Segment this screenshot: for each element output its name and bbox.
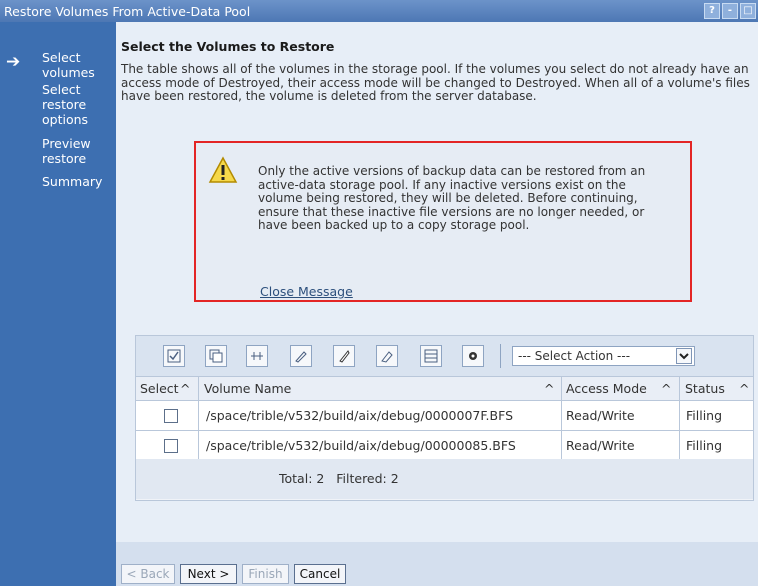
warning-icon (208, 156, 238, 183)
column-header-status[interactable]: Status (685, 381, 725, 396)
warning-message: Only the active versions of backup data … (194, 141, 692, 302)
next-button[interactable]: Next > (180, 564, 237, 584)
row-checkbox[interactable] (164, 409, 178, 423)
sort-status-icon[interactable]: ^ (739, 381, 749, 396)
table-settings-button[interactable] (420, 345, 442, 367)
deselect-all-icon (209, 349, 223, 363)
cancel-button[interactable]: Cancel (294, 564, 346, 584)
clear-filter-button[interactable] (376, 345, 398, 367)
window-title: Restore Volumes From Active-Data Pool (4, 4, 251, 19)
edit-sort-icon (295, 351, 307, 363)
sort-volume-icon[interactable]: ^ (544, 381, 554, 396)
select-action-dropdown[interactable]: --- Select Action --- (512, 346, 695, 366)
table-header: Select ^ Volume Name ^ Access Mode ^ Sta… (136, 377, 753, 401)
help-button[interactable]: ? (704, 3, 720, 19)
configure-button[interactable] (462, 345, 484, 367)
pencil-icon (339, 350, 350, 363)
deselect-all-button[interactable] (205, 345, 227, 367)
toolbar-separator (500, 344, 501, 368)
chevron-down-icon (679, 353, 689, 360)
volumes-table: --- Select Action --- Select ^ Volume Na… (135, 335, 754, 501)
eraser-icon (381, 351, 393, 363)
column-header-volume-name[interactable]: Volume Name (204, 381, 291, 396)
gear-icon (469, 352, 477, 360)
page-description: The table shows all of the volumes in th… (121, 62, 750, 103)
expand-icon (251, 352, 263, 360)
main-content: Select the Volumes to Restore The table … (116, 22, 758, 586)
select-all-button[interactable] (163, 345, 185, 367)
dropdown-button[interactable] (676, 348, 692, 364)
row-checkbox[interactable] (164, 439, 178, 453)
page-heading: Select the Volumes to Restore (121, 39, 335, 54)
filter-button[interactable] (333, 345, 355, 367)
expand-collapse-button[interactable] (246, 345, 268, 367)
sort-select-icon[interactable]: ^ (180, 381, 190, 396)
edit-sort-button[interactable] (290, 345, 312, 367)
nav-item-summary[interactable]: Summary (42, 174, 112, 189)
status-cell: Filling (686, 408, 723, 423)
current-step-arrow-icon: ➔ (6, 52, 21, 72)
table-row[interactable]: /space/trible/v532/build/aix/debug/00000… (136, 401, 753, 431)
status-cell: Filling (686, 438, 723, 453)
sort-access-icon[interactable]: ^ (661, 381, 671, 396)
table-footer: Total: 2 Filtered: 2 (136, 459, 753, 499)
maximize-button[interactable]: □ (740, 3, 756, 19)
column-header-access-mode[interactable]: Access Mode (566, 381, 647, 396)
nav-item-select-volumes[interactable]: Select volumes (42, 50, 112, 80)
minimize-button[interactable]: - (722, 3, 738, 19)
column-header-select[interactable]: Select (140, 381, 179, 396)
column-divider (679, 377, 680, 459)
wizard-nav: ➔ Select volumes Select restore options … (0, 22, 116, 586)
table-toolbar: --- Select Action --- (136, 336, 753, 377)
table-totals: Total: 2 Filtered: 2 (279, 471, 399, 486)
table-row[interactable]: /space/trible/v532/build/aix/debug/00000… (136, 431, 753, 461)
finish-button[interactable]: Finish (242, 564, 289, 584)
column-divider (561, 377, 562, 459)
warning-text: Only the active versions of backup data … (258, 164, 646, 232)
table-icon (424, 349, 438, 363)
window-titlebar: Restore Volumes From Active-Data Pool ? … (0, 0, 758, 22)
nav-item-select-restore-options[interactable]: Select restore options (42, 82, 112, 127)
select-action-label: --- Select Action --- (518, 349, 631, 363)
volume-name-cell: /space/trible/v532/build/aix/debug/00000… (206, 438, 516, 453)
wizard-button-bar: < Back Next > Finish Cancel (116, 542, 758, 586)
access-mode-cell: Read/Write (566, 438, 635, 453)
back-button[interactable]: < Back (121, 564, 175, 584)
volume-name-cell: /space/trible/v532/build/aix/debug/00000… (206, 408, 514, 423)
nav-item-preview-restore[interactable]: Preview restore (42, 136, 112, 166)
close-message-link[interactable]: Close Message (260, 284, 353, 299)
select-all-icon (167, 349, 181, 363)
access-mode-cell: Read/Write (566, 408, 635, 423)
